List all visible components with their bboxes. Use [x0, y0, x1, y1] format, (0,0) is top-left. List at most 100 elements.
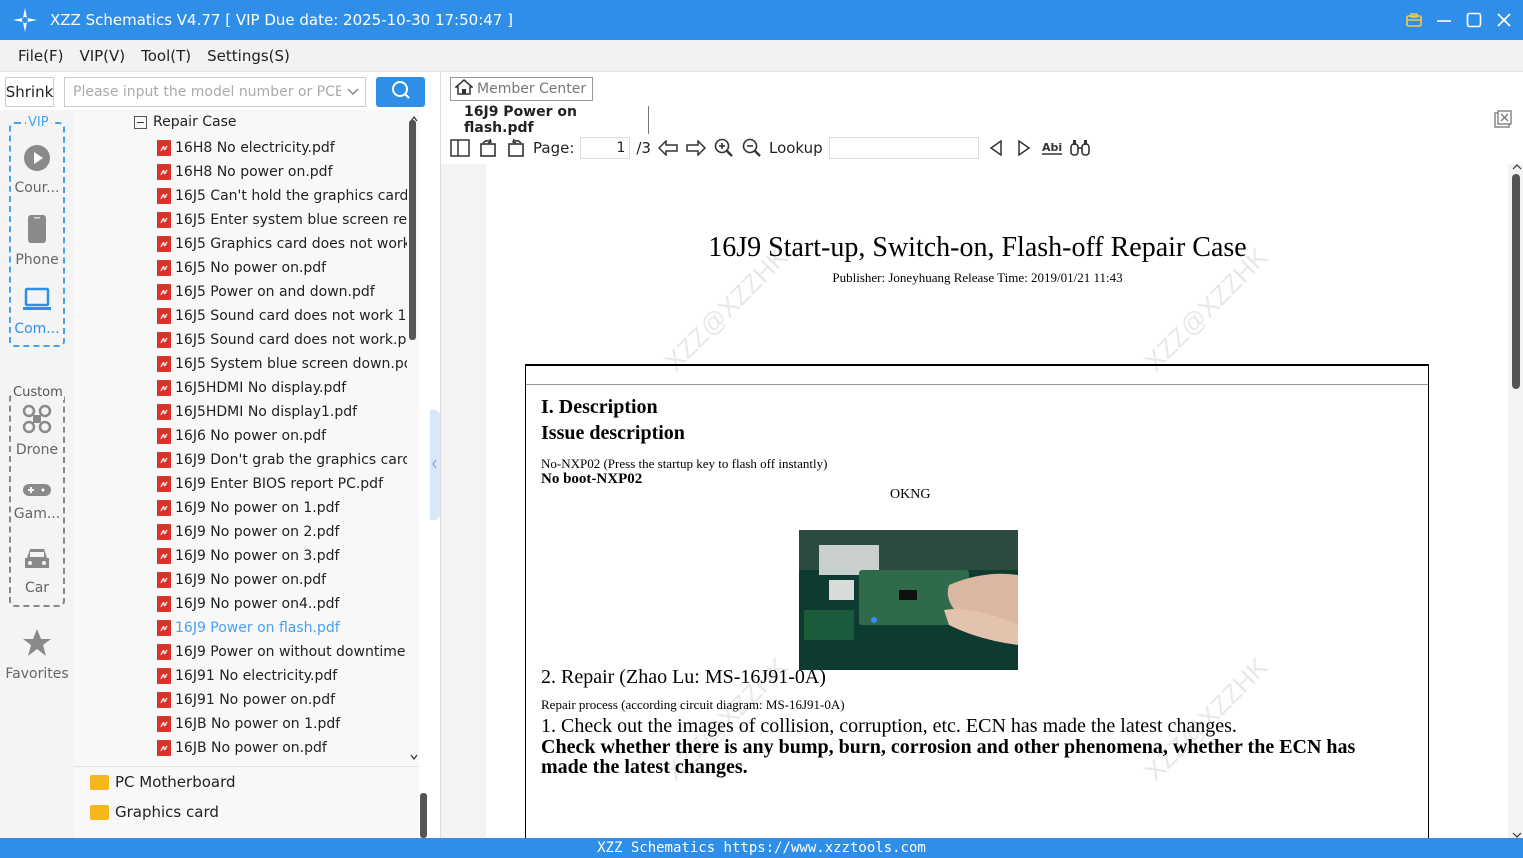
folder-scroll-thumb[interactable]: [420, 793, 427, 838]
shrink-button[interactable]: Shrink: [5, 77, 54, 107]
file-item[interactable]: 16J5 Graphics card does not work.pdf: [157, 232, 407, 256]
file-item[interactable]: 16J5 Enter system blue screen restart.pd…: [157, 208, 407, 232]
file-label: 16H8 No power on.pdf: [175, 164, 333, 180]
maximize-icon[interactable]: [1465, 11, 1483, 29]
zoom-in-icon[interactable]: [713, 137, 735, 159]
find-next-icon[interactable]: [1013, 137, 1035, 159]
viewer-scrollbar[interactable]: [1510, 164, 1523, 838]
file-item[interactable]: 16JB No power on 1.pdf: [157, 712, 407, 736]
viewer-scroll-thumb[interactable]: [1512, 174, 1520, 389]
viewer-area: Member Center 16J9 Power on flash.pdf Pa…: [440, 72, 1523, 838]
file-item[interactable]: 16J5HDMI No display1.pdf: [157, 400, 407, 424]
file-label: 16J9 No power on4..pdf: [175, 596, 340, 612]
menu-settings[interactable]: Settings(S): [199, 47, 298, 65]
file-label: 16J91 No power on.pdf: [175, 692, 336, 708]
rail-item-courses[interactable]: Cour...: [0, 144, 74, 196]
rail-item-favorites[interactable]: Favorites: [0, 628, 74, 682]
menu-file[interactable]: File(F): [10, 47, 71, 65]
lookup-label: Lookup: [768, 139, 823, 157]
file-item[interactable]: 16J9 Enter BIOS report PC.pdf: [157, 472, 407, 496]
file-item[interactable]: 16J9 Power on flash.pdf: [157, 616, 407, 640]
menu-vip[interactable]: VIP(V): [71, 47, 133, 65]
next-page-icon[interactable]: [685, 137, 707, 159]
file-item[interactable]: 16J9 Power on without downtime.pdf: [157, 640, 407, 664]
file-item[interactable]: 16J5 System blue screen down.pdf: [157, 352, 407, 376]
file-item[interactable]: 16J9 Don't grab the graphics card.pdf: [157, 448, 407, 472]
document-meta: Publisher: Joneyhuang Release Time: 2019…: [832, 270, 1123, 285]
file-item[interactable]: 16J5 Sound card does not work.pdf: [157, 328, 407, 352]
close-icon[interactable]: [1495, 11, 1513, 29]
pdf-viewer[interactable]: 16J9 Start-up, Switch-on, Flash-off Repa…: [441, 164, 1523, 838]
nxp-line: No-NXP02 (Press the startup key to flash…: [541, 456, 828, 471]
zoom-out-icon[interactable]: [741, 137, 763, 159]
file-item[interactable]: 16J9 No power on4..pdf: [157, 592, 407, 616]
file-item[interactable]: 16J5 Sound card does not work 1.pdf: [157, 304, 407, 328]
phone-icon: [27, 214, 47, 248]
page-number-input[interactable]: 1: [580, 137, 631, 159]
search-button[interactable]: [376, 77, 425, 107]
file-label: 16J9 Enter BIOS report PC.pdf: [175, 476, 383, 492]
match-case-icon[interactable]: Abi: [1041, 137, 1063, 159]
find-all-icon[interactable]: [1069, 137, 1091, 159]
file-item[interactable]: 16J9 No power on 2.pdf: [157, 520, 407, 544]
heading-description: I. Description: [541, 396, 658, 418]
file-item[interactable]: 16J5HDMI No display.pdf: [157, 376, 407, 400]
folder-label: Graphics card: [115, 803, 219, 821]
rail-item-car[interactable]: Car: [0, 546, 74, 596]
process-line: Repair process (according circuit diagra…: [541, 697, 845, 712]
model-search-input[interactable]: Please input the model number or PCB: [64, 77, 366, 107]
close-tabs-icon[interactable]: [1494, 110, 1512, 132]
rotate-right-icon[interactable]: [505, 137, 527, 159]
collapse-icon[interactable]: −: [134, 115, 147, 129]
member-center-button[interactable]: Member Center: [450, 77, 594, 101]
file-item[interactable]: 16J9 No power on.pdf: [157, 568, 407, 592]
file-item[interactable]: 16JB No power on.pdf: [157, 736, 407, 760]
category-rail: VIP Cour... Phone Com... Custom Drone Ga…: [0, 110, 74, 838]
file-item[interactable]: 16J9 No power on 3.pdf: [157, 544, 407, 568]
chevron-down-icon[interactable]: [341, 88, 365, 96]
file-item[interactable]: 16J9 No power on 1.pdf: [157, 496, 407, 520]
file-item[interactable]: 16J5 No power on.pdf: [157, 256, 407, 280]
car-icon: [23, 546, 51, 576]
rail-item-computer[interactable]: Com...: [0, 287, 74, 337]
file-item[interactable]: 16H8 No power on.pdf: [157, 160, 407, 184]
file-item[interactable]: 16J6 No power on.pdf: [157, 424, 407, 448]
rail-item-phone[interactable]: Phone: [0, 214, 74, 268]
menu-tool[interactable]: Tool(T): [133, 47, 199, 65]
find-prev-icon[interactable]: [985, 137, 1007, 159]
folder-graphics-card[interactable]: Graphics card: [90, 803, 219, 821]
status-text: XZZ Schematics https://www.xzztools.com: [597, 840, 926, 856]
document-content-box: I. Description Issue description No-NXP0…: [525, 364, 1429, 838]
document-title: 16J9 Start-up, Switch-on, Flash-off Repa…: [708, 232, 1247, 263]
tree-scroll-thumb[interactable]: [409, 120, 416, 340]
file-label: 16J5 System blue screen down.pdf: [175, 356, 407, 372]
file-label: 16J6 No power on.pdf: [175, 428, 327, 444]
pdf-file-icon: [157, 380, 171, 396]
briefcase-icon[interactable]: [1405, 11, 1423, 29]
rail-item-drone[interactable]: Drone: [0, 404, 74, 458]
panel-splitter[interactable]: [430, 110, 440, 838]
minimize-icon[interactable]: [1435, 11, 1453, 29]
sidebar-toggle-icon[interactable]: [449, 137, 471, 159]
tree-node-repair-case[interactable]: − Repair Case: [134, 114, 237, 130]
pdf-file-icon: [157, 332, 171, 348]
file-item[interactable]: 16J91 No electricity.pdf: [157, 664, 407, 688]
file-label: 16J9 No power on 1.pdf: [175, 500, 340, 516]
custom-group-label: Custom: [12, 385, 64, 400]
file-item[interactable]: 16J5 Power on and down.pdf: [157, 280, 407, 304]
box-divider: [526, 384, 1428, 385]
lookup-input[interactable]: [828, 137, 979, 159]
rotate-left-icon[interactable]: [477, 137, 499, 159]
folder-pc-motherboard[interactable]: PC Motherboard: [90, 773, 236, 791]
rail-item-games[interactable]: Gam...: [0, 482, 74, 522]
prev-page-icon[interactable]: [657, 137, 679, 159]
splitter-handle[interactable]: [430, 410, 440, 520]
heading-issue: Issue description: [541, 422, 685, 444]
pdf-file-icon: [157, 548, 171, 564]
pdf-file-icon: [157, 188, 171, 204]
tab-document[interactable]: 16J9 Power on flash.pdf: [451, 104, 649, 136]
file-item[interactable]: 16J5 Can't hold the graphics card.pdf: [157, 184, 407, 208]
file-item[interactable]: 16J91 No power on.pdf: [157, 688, 407, 712]
file-item[interactable]: 16H8 No electricity.pdf: [157, 136, 407, 160]
board-photo: [799, 530, 1018, 670]
